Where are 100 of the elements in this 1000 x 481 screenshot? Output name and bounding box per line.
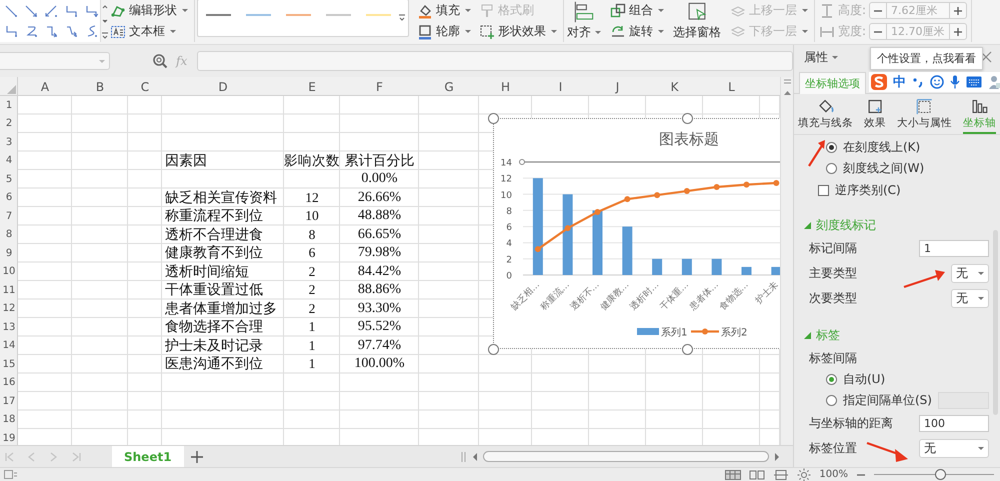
row-header[interactable]: 1 — [6, 100, 12, 111]
radio-button[interactable] — [826, 374, 837, 385]
row-header[interactable]: 2 — [6, 118, 12, 130]
row-header[interactable]: 14 — [2, 340, 16, 352]
input-field[interactable]: 1 — [919, 240, 989, 257]
connector-icon[interactable] — [44, 24, 58, 38]
person-icon[interactable] — [988, 75, 1000, 89]
connector-icon[interactable] — [64, 4, 78, 18]
connector-icon[interactable] — [4, 24, 18, 38]
search-icon[interactable] — [152, 53, 168, 69]
table-cell-text: 食物选择不合理 — [165, 318, 263, 336]
caret-icon — [978, 297, 984, 300]
connector-icon[interactable] — [44, 4, 58, 18]
column-header[interactable]: D — [218, 80, 228, 94]
row-header[interactable]: 10 — [2, 266, 16, 278]
ribbon-button[interactable]: 填充 — [415, 1, 473, 20]
column-header[interactable]: C — [140, 80, 150, 94]
zoom-level[interactable]: 100% — [819, 469, 848, 480]
radio-button[interactable] — [826, 395, 837, 406]
column-header[interactable]: H — [500, 80, 510, 94]
ribbon-button[interactable]: 编辑形状 — [108, 1, 190, 20]
chart-area[interactable]: 图表标题 0 2 4 6 8 10 12 14 缺乏相… 称重流… 透析不… 健康教… 透析时… 干体重… 患者体… 食物选… 护士未 系列1 系列2 — [493, 118, 780, 349]
line-style-swatch[interactable] — [286, 14, 311, 16]
row-header[interactable]: 13 — [2, 322, 16, 333]
input-field[interactable]: 100 — [919, 415, 989, 432]
dropdown[interactable]: 无 — [919, 439, 989, 458]
connector-icon[interactable] — [64, 24, 78, 38]
slider-thumb[interactable] — [935, 469, 946, 480]
row-header[interactable]: 6 — [6, 192, 12, 204]
row-header[interactable]: 17 — [2, 396, 16, 407]
row-header[interactable]: 19 — [2, 432, 16, 444]
split-icon[interactable] — [783, 79, 792, 85]
ribbon-button[interactable]: 形状效果 — [477, 22, 559, 41]
add-sheet-icon[interactable] — [190, 450, 204, 464]
scrollbar-thumb[interactable] — [483, 451, 769, 462]
keyboard-icon[interactable] — [966, 76, 982, 88]
line-style-swatch[interactable] — [246, 14, 271, 16]
sheet-view-icon[interactable] — [4, 470, 18, 480]
normal-view-icon[interactable] — [725, 470, 742, 480]
column-header[interactable]: I — [558, 80, 562, 94]
ime-logo-icon[interactable] — [871, 74, 887, 90]
checkbox[interactable] — [818, 184, 829, 196]
row-header[interactable]: 9 — [6, 248, 12, 259]
row-header[interactable]: 7 — [6, 210, 12, 222]
resize-handle[interactable] — [488, 344, 499, 355]
column-header[interactable]: E — [308, 80, 316, 94]
row-header[interactable]: 11 — [2, 284, 16, 296]
column-header[interactable]: J — [616, 80, 620, 94]
panel-tab[interactable]: 效果 — [864, 98, 886, 134]
panel-tab[interactable]: 填充与线条 — [798, 98, 853, 134]
connector-icon[interactable] — [24, 4, 38, 18]
page-break-view-icon[interactable] — [749, 470, 766, 480]
row-header[interactable]: 3 — [6, 136, 12, 148]
dropdown[interactable]: 无 — [951, 264, 989, 283]
line-style-swatch[interactable] — [326, 14, 351, 16]
connector-icon[interactable] — [24, 24, 38, 38]
eye-protection-icon[interactable] — [797, 468, 812, 481]
row-header[interactable]: 8 — [6, 229, 12, 240]
properties-dropdown[interactable]: 属性 — [804, 48, 838, 66]
column-header[interactable]: B — [96, 80, 104, 94]
formula-field[interactable] — [197, 51, 793, 71]
ribbon-button[interactable]: 组合 — [608, 1, 666, 20]
row-header[interactable]: 12 — [2, 303, 16, 314]
ribbon-button[interactable]: 选择窗格 — [670, 1, 724, 41]
radio-button[interactable] — [826, 142, 837, 153]
row-header[interactable]: 4 — [6, 155, 12, 166]
resize-handle[interactable] — [488, 113, 499, 124]
close-icon[interactable] — [980, 51, 992, 63]
ime-toolbar[interactable]: 中 — [869, 72, 1000, 92]
connector-icon[interactable] — [4, 4, 18, 18]
column-header[interactable]: G — [444, 80, 454, 94]
column-header[interactable]: L — [728, 80, 735, 94]
resize-handle[interactable] — [682, 344, 693, 355]
column-header[interactable]: K — [670, 80, 678, 94]
row-header[interactable]: 18 — [2, 414, 16, 426]
scroll-right-icon[interactable] — [773, 452, 781, 462]
row-header[interactable]: 16 — [2, 377, 16, 388]
ribbon-button[interactable]: 文本框 — [108, 22, 190, 41]
smiley-icon[interactable] — [930, 75, 944, 89]
panel-tab[interactable]: 大小与属性 — [897, 98, 952, 134]
input-mode-toggle[interactable]: 中 — [893, 73, 906, 91]
bar — [622, 226, 632, 275]
resize-handle[interactable] — [682, 113, 693, 124]
radio-button[interactable] — [826, 163, 837, 174]
line-style-swatch[interactable] — [206, 14, 231, 16]
column-header[interactable]: F — [376, 80, 383, 94]
more-icon[interactable] — [101, 30, 109, 40]
column-header[interactable]: A — [40, 80, 50, 94]
row-header[interactable]: 5 — [6, 174, 12, 185]
ribbon-button[interactable]: 轮廓 — [415, 22, 473, 41]
dropdown[interactable]: 无 — [951, 289, 989, 308]
scroll-up-icon[interactable] — [783, 89, 792, 97]
line-style-swatch[interactable] — [366, 14, 391, 16]
row-header[interactable]: 15 — [2, 358, 16, 370]
microphone-icon[interactable] — [950, 75, 960, 89]
ribbon-button[interactable]: 对齐 — [564, 1, 604, 41]
scroll-left-icon[interactable] — [471, 452, 479, 462]
ribbon-button[interactable]: 旋转 — [608, 22, 666, 41]
page-layout-view-icon[interactable] — [773, 470, 790, 480]
connector-icon[interactable] — [84, 4, 98, 18]
